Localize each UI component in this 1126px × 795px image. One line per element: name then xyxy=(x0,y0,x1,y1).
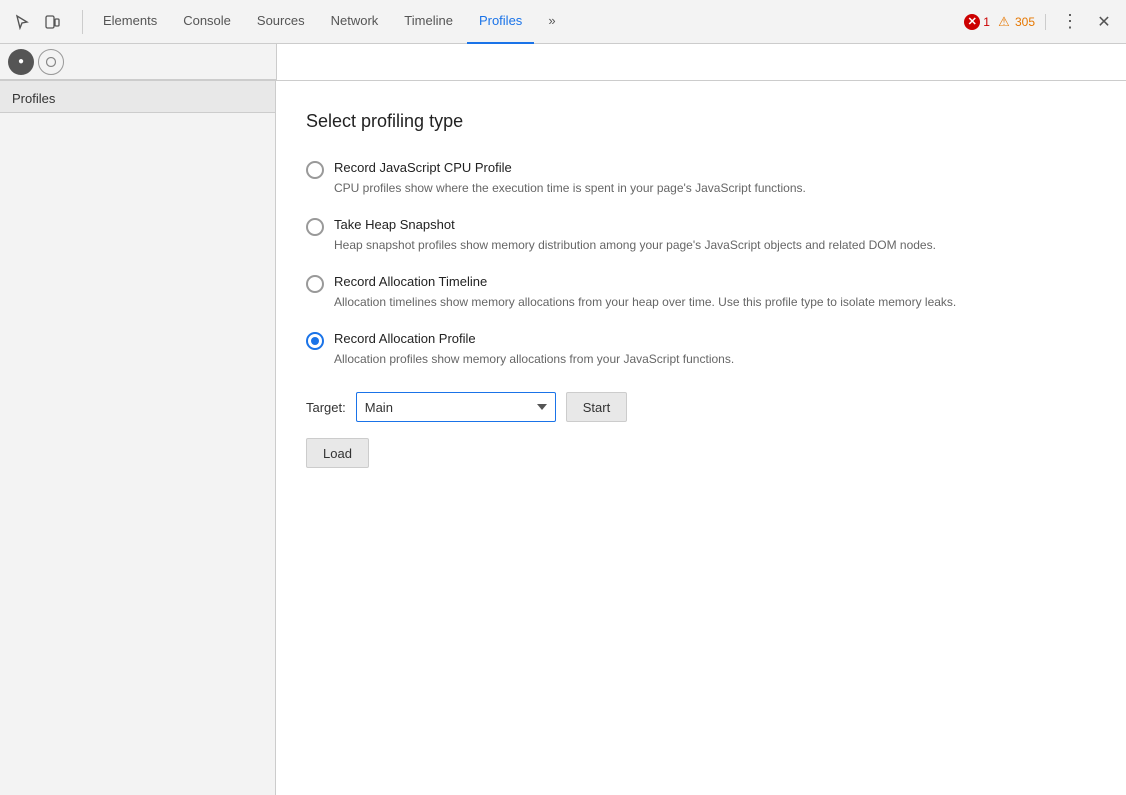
section-title: Select profiling type xyxy=(306,111,1096,132)
badge-divider xyxy=(1045,14,1046,30)
radio-alloc-profile[interactable] xyxy=(306,332,324,350)
tab-more[interactable]: » xyxy=(536,0,567,44)
option-heap: Take Heap Snapshot Heap snapshot profile… xyxy=(306,217,1096,254)
error-count: 1 xyxy=(983,15,990,29)
toolbar-divider xyxy=(82,10,83,34)
target-label: Target: xyxy=(306,400,346,415)
option-alloc-profile-content: Record Allocation Profile Allocation pro… xyxy=(334,331,1096,368)
radio-alloc-timeline[interactable] xyxy=(306,275,324,293)
sidebar: Profiles xyxy=(0,81,276,795)
error-icon: ✕ xyxy=(964,14,980,30)
toolbar-icon-group xyxy=(8,8,66,36)
option-heap-content: Take Heap Snapshot Heap snapshot profile… xyxy=(334,217,1096,254)
action-bar: ● xyxy=(0,44,276,80)
devtools-toolbar: Elements Console Sources Network Timelin… xyxy=(0,0,1126,44)
close-button[interactable]: ✕ xyxy=(1090,8,1118,36)
warning-count: 305 xyxy=(1015,15,1035,29)
load-button[interactable]: Load xyxy=(306,438,369,468)
sidebar-header: Profiles xyxy=(0,81,275,113)
option-alloc-timeline-title: Record Allocation Timeline xyxy=(334,274,1096,289)
option-cpu-title: Record JavaScript CPU Profile xyxy=(334,160,1096,175)
tab-profiles[interactable]: Profiles xyxy=(467,0,534,44)
more-menu-button[interactable]: ⋮ xyxy=(1056,8,1084,36)
option-heap-desc: Heap snapshot profiles show memory distr… xyxy=(334,236,1014,254)
option-alloc-profile: Record Allocation Profile Allocation pro… xyxy=(306,331,1096,368)
start-button[interactable]: Start xyxy=(566,392,627,422)
device-icon-btn[interactable] xyxy=(38,8,66,36)
option-alloc-timeline-content: Record Allocation Timeline Allocation ti… xyxy=(334,274,1096,311)
option-cpu-content: Record JavaScript CPU Profile CPU profil… xyxy=(334,160,1096,197)
stop-button[interactable] xyxy=(38,49,64,75)
toolbar-right: ✕ 1 ⚠ 305 ⋮ ✕ xyxy=(964,8,1118,36)
main-layout: Profiles Select profiling type Record Ja… xyxy=(0,81,1126,795)
load-row: Load xyxy=(306,438,1096,468)
content-area: Select profiling type Record JavaScript … xyxy=(276,81,1126,795)
error-badge: ✕ 1 xyxy=(964,14,990,30)
radio-heap[interactable] xyxy=(306,218,324,236)
tab-network[interactable]: Network xyxy=(319,0,391,44)
target-select-wrapper: Main xyxy=(356,392,556,422)
warning-icon: ⚠ xyxy=(996,14,1012,30)
option-alloc-timeline: Record Allocation Timeline Allocation ti… xyxy=(306,274,1096,311)
cursor-icon-btn[interactable] xyxy=(8,8,36,36)
tab-elements[interactable]: Elements xyxy=(91,0,169,44)
warning-badge: ⚠ 305 xyxy=(996,14,1035,30)
tab-console[interactable]: Console xyxy=(171,0,243,44)
option-cpu: Record JavaScript CPU Profile CPU profil… xyxy=(306,160,1096,197)
option-alloc-profile-desc: Allocation profiles show memory allocati… xyxy=(334,350,1014,368)
tab-sources[interactable]: Sources xyxy=(245,0,317,44)
option-cpu-desc: CPU profiles show where the execution ti… xyxy=(334,179,1014,197)
radio-cpu[interactable] xyxy=(306,161,324,179)
option-alloc-profile-title: Record Allocation Profile xyxy=(334,331,1096,346)
target-row: Target: Main Start xyxy=(306,392,1096,422)
record-button[interactable]: ● xyxy=(8,49,34,75)
tab-timeline[interactable]: Timeline xyxy=(392,0,465,44)
option-alloc-timeline-desc: Allocation timelines show memory allocat… xyxy=(334,293,1014,311)
option-heap-title: Take Heap Snapshot xyxy=(334,217,1096,232)
target-select[interactable]: Main xyxy=(356,392,556,422)
